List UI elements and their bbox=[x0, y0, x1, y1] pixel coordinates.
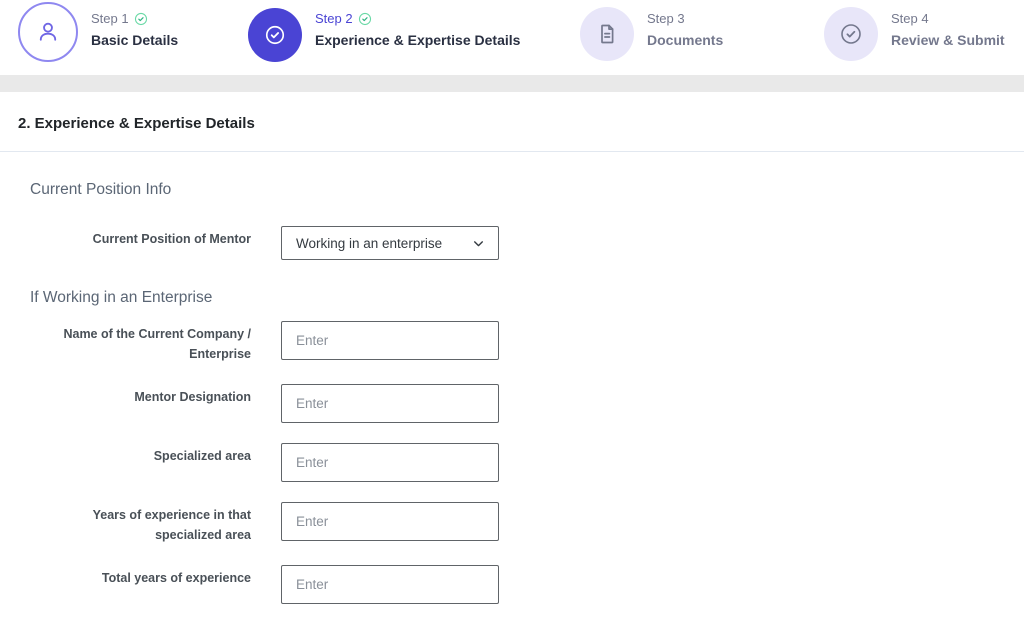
step-1-title: Basic Details bbox=[91, 32, 179, 48]
mentor-designation-input[interactable] bbox=[281, 384, 499, 423]
person-icon bbox=[18, 2, 78, 62]
years-specialized-input[interactable] bbox=[281, 502, 499, 541]
current-position-label: Current Position of Mentor bbox=[92, 232, 251, 246]
wizard-stepper: Step 1 Basic Details Step 2 Experience &… bbox=[0, 0, 1024, 75]
step-3-label: Step 3 bbox=[647, 11, 685, 26]
specialized-area-label: Specialized area bbox=[153, 449, 251, 463]
step-2-experience-details[interactable]: Step 2 Experience & Expertise Details bbox=[248, 0, 520, 62]
page-title: 2. Experience & Expertise Details bbox=[18, 115, 255, 132]
step-1-label: Step 1 bbox=[91, 11, 129, 26]
step-4-label: Step 4 bbox=[891, 11, 929, 26]
company-name-input[interactable] bbox=[281, 321, 499, 360]
company-name-label: Name of the Current Company / Enterprise bbox=[63, 327, 251, 361]
form-content: 2. Experience & Expertise Details Curren… bbox=[0, 115, 1024, 604]
field-row-current-position: Current Position of Mentor Working in an… bbox=[41, 226, 1024, 260]
current-position-select[interactable]: Working in an enterprise bbox=[281, 226, 499, 260]
step-2-completed-check-icon bbox=[358, 12, 372, 26]
field-row-company-name: Name of the Current Company / Enterprise bbox=[41, 321, 1024, 364]
step-1-completed-check-icon bbox=[134, 12, 148, 26]
field-row-mentor-designation: Mentor Designation bbox=[41, 384, 1024, 423]
title-divider bbox=[0, 151, 1024, 152]
total-years-input[interactable] bbox=[281, 565, 499, 604]
field-row-specialized-area: Specialized area bbox=[41, 443, 1024, 482]
step-3-documents[interactable]: Step 3 Documents bbox=[580, 0, 723, 61]
step-2-label: Step 2 bbox=[315, 11, 353, 26]
step-1-basic-details[interactable]: Step 1 Basic Details bbox=[18, 0, 178, 62]
mentor-designation-label: Mentor Designation bbox=[134, 390, 251, 404]
step-3-title: Documents bbox=[647, 32, 724, 48]
check-circle-icon bbox=[824, 7, 878, 61]
step-4-title: Review & Submit bbox=[891, 32, 1005, 48]
years-specialized-label: Years of experience in that specialized … bbox=[92, 508, 251, 542]
section-heading-if-enterprise: If Working in an Enterprise bbox=[30, 289, 213, 306]
field-row-years-specialized: Years of experience in that specialized … bbox=[41, 502, 1024, 545]
step-2-title: Experience & Expertise Details bbox=[315, 32, 521, 48]
section-heading-current-position: Current Position Info bbox=[30, 181, 172, 198]
field-row-total-years: Total years of experience bbox=[41, 565, 1024, 604]
total-years-label: Total years of experience bbox=[101, 571, 251, 585]
current-position-selected-value: Working in an enterprise bbox=[296, 235, 443, 251]
step-4-review-submit[interactable]: Step 4 Review & Submit bbox=[824, 0, 1005, 61]
document-icon bbox=[580, 7, 634, 61]
check-circle-icon bbox=[248, 8, 302, 62]
header-separator-band bbox=[0, 75, 1024, 92]
specialized-area-input[interactable] bbox=[281, 443, 499, 482]
chevron-down-icon bbox=[472, 237, 485, 250]
